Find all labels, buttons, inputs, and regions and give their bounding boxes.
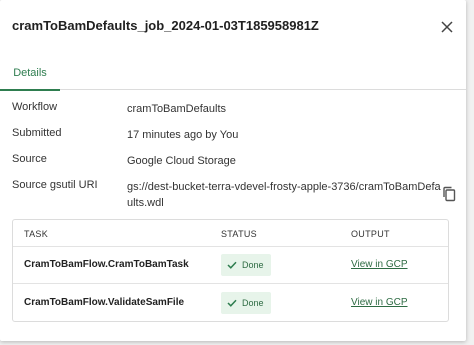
check-icon bbox=[227, 299, 237, 307]
tab-active-indicator bbox=[0, 89, 60, 91]
status-label: Done bbox=[242, 260, 264, 270]
task-name: CramToBamFlow.CramToBamTask bbox=[24, 259, 189, 270]
copy-icon[interactable] bbox=[442, 186, 456, 202]
workflow-value: cramToBamDefaults bbox=[127, 103, 227, 115]
submitted-label: Submitted bbox=[12, 127, 62, 139]
source-label: Source bbox=[12, 153, 47, 165]
task-table: TASK STATUS OUTPUT CramToBamFlow.CramToB… bbox=[12, 219, 449, 322]
table-row: CramToBamFlow.ValidateSamFile Done View … bbox=[13, 285, 448, 322]
tab-bar: Details bbox=[0, 56, 466, 91]
view-in-gcp-link[interactable]: View in GCP bbox=[351, 259, 408, 270]
uri-value[interactable]: gs://dest-bucket-terra-vdevel-frosty-app… bbox=[127, 179, 442, 211]
submitted-value: 17 minutes ago by You bbox=[127, 129, 239, 141]
dialog-title: cramToBamDefaults_job_2024-01-03T1859589… bbox=[12, 18, 319, 33]
header-output: OUTPUT bbox=[351, 229, 390, 239]
status-label: Done bbox=[242, 298, 264, 308]
tab-details-label: Details bbox=[13, 67, 47, 79]
check-icon bbox=[227, 261, 237, 269]
job-details-dialog: cramToBamDefaults_job_2024-01-03T1859589… bbox=[0, 0, 466, 341]
table-row: CramToBamFlow.CramToBamTask Done View in… bbox=[13, 247, 448, 284]
uri-label: Source gsutil URI bbox=[12, 179, 98, 191]
task-name: CramToBamFlow.ValidateSamFile bbox=[24, 297, 185, 308]
status-badge: Done bbox=[221, 292, 271, 314]
header-status: STATUS bbox=[221, 229, 257, 239]
table-header: TASK STATUS OUTPUT bbox=[13, 220, 448, 247]
workflow-label: Workflow bbox=[12, 101, 58, 113]
close-icon[interactable] bbox=[436, 16, 458, 38]
status-badge: Done bbox=[221, 254, 271, 276]
tab-details[interactable]: Details bbox=[0, 56, 60, 91]
source-value: Google Cloud Storage bbox=[127, 155, 236, 167]
header-task: TASK bbox=[24, 229, 49, 239]
view-in-gcp-link[interactable]: View in GCP bbox=[351, 297, 408, 308]
